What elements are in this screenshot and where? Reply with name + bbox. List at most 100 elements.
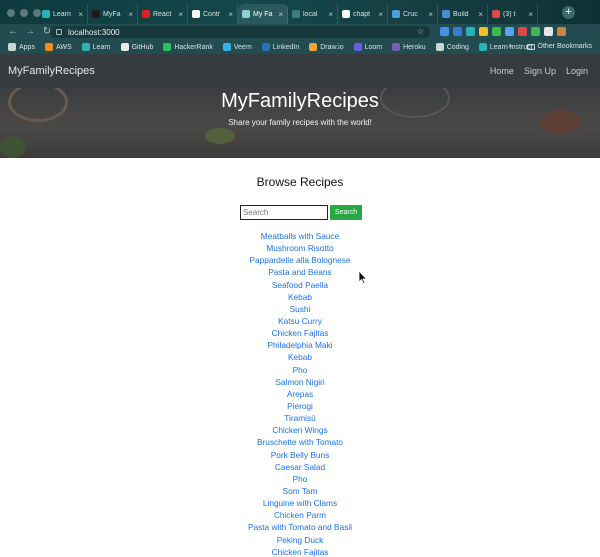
list-item: Katsu Curry [0,315,600,327]
recipe-link[interactable]: Philadelphia Maki [267,340,332,350]
bookmark-item[interactable]: Draw.io [309,43,344,51]
address-bar: ← → ↻ localhost:3000 ☆ [0,24,600,40]
recipe-link[interactable]: Tiramisù [284,413,316,423]
page-info-icon[interactable] [56,29,62,35]
extension-icon[interactable] [557,27,566,36]
bookmark-star-icon[interactable]: ☆ [417,27,424,36]
extension-icon[interactable] [505,27,514,36]
nav-home-link[interactable]: Home [490,66,514,76]
navigation-buttons: ← → ↻ [6,26,54,37]
bookmark-item[interactable]: HackerRank [163,43,213,51]
recipe-link[interactable]: Salmon Nigiri [275,377,324,387]
recipe-link[interactable]: Chicken Fajitas [272,547,329,557]
recipe-link[interactable]: Pasta and Beans [268,267,331,277]
tab-close-icon[interactable]: × [78,10,83,19]
minimize-window-dot[interactable] [20,9,28,17]
recipe-link[interactable]: Bruschette with Tomato [257,437,343,447]
list-item: Pho [0,364,600,376]
site-brand-link[interactable]: MyFamilyRecipes [8,65,95,77]
browser-tab[interactable]: Learn × [38,4,88,24]
recipe-link[interactable]: Katsu Curry [278,316,322,326]
browser-tab[interactable]: React × [138,4,188,24]
list-item: Philadelphia Maki [0,339,600,351]
hero-background-garnish [0,136,26,158]
recipe-link[interactable]: Pho [293,474,308,484]
recipe-link[interactable]: Chicken Fajitas [272,328,329,338]
recipe-link[interactable]: Peking Duck [277,535,324,545]
new-tab-button[interactable]: + [562,6,575,19]
tab-close-icon[interactable]: × [228,10,233,19]
extension-icon[interactable] [479,27,488,36]
extension-icon[interactable] [453,27,462,36]
folder-icon [526,43,535,50]
extension-icon[interactable] [466,27,475,36]
search-form: Search [240,205,362,220]
search-input[interactable] [240,205,328,220]
url-field[interactable]: localhost:3000 ☆ [50,26,430,38]
tab-close-icon[interactable]: × [378,10,383,19]
extension-icon[interactable] [492,27,501,36]
tab-close-icon[interactable]: × [178,10,183,19]
more-bookmarks-button[interactable]: » [508,43,512,50]
tab-close-icon[interactable]: × [428,10,433,19]
browser-tab[interactable]: Cruc × [388,4,438,24]
recipe-link[interactable]: Pho [293,365,308,375]
bookmark-item[interactable]: Apps [8,43,35,51]
recipe-list: Meatballs with Sauce Mushroom Risotto Papp… [0,230,600,557]
recipe-link[interactable]: Pierogi [287,401,313,411]
recipe-link[interactable]: Kebab [288,292,312,302]
tab-close-icon[interactable]: × [128,10,133,19]
browser-tab[interactable]: (3) t × [488,4,538,24]
tab-close-icon[interactable]: × [328,10,333,19]
recipe-link[interactable]: Pork Belly Buns [271,450,330,460]
list-item: Arepas [0,388,600,400]
bookmark-item[interactable]: GitHub [120,43,153,51]
recipe-link[interactable]: Som Tam [283,486,318,496]
tab-close-icon[interactable]: × [528,10,533,19]
back-arrow-icon[interactable]: ← [6,26,20,37]
recipe-link[interactable]: Pasta with Tomato and Basil [248,522,352,532]
recipe-link[interactable]: Seafood Paella [272,280,328,290]
search-button[interactable]: Search [330,205,362,220]
bookmark-item[interactable]: Loom [353,43,382,51]
forward-arrow-icon[interactable]: → [23,26,37,37]
browser-tab[interactable]: chapt × [338,4,388,24]
recipe-link[interactable]: Pappardelle alla Bolognese [249,255,350,265]
tab-close-icon[interactable]: × [478,10,483,19]
bookmark-item[interactable]: LinkedIn [261,43,300,51]
recipe-link[interactable]: Mushroom Risotto [266,243,333,253]
bookmark-label: HackerRank [174,43,213,51]
browser-tab[interactable]: Contr × [188,4,238,24]
browser-tab[interactable]: local × [288,4,338,24]
close-window-dot[interactable] [7,9,15,17]
browser-tab[interactable]: MyFa × [88,4,138,24]
recipe-link[interactable]: Chicken Parm [274,510,326,520]
browser-tab[interactable]: My Fa × [238,4,288,24]
extension-icon[interactable] [440,27,449,36]
browser-tab[interactable]: Build × [438,4,488,24]
bookmark-item[interactable]: Heroku [392,43,426,51]
list-item: Kebab [0,351,600,363]
extension-icon[interactable] [518,27,527,36]
bookmark-item[interactable]: Learn Instruct [478,43,533,51]
other-bookmarks-folder[interactable]: Other Bookmarks [526,43,592,50]
recipe-link[interactable]: Chicken Wings [272,425,327,435]
bookmark-label: LinkedIn [272,43,300,51]
tab-title: My Fa [253,10,273,18]
recipe-link[interactable]: Kebab [288,352,312,362]
recipe-link[interactable]: Caesar Salad [275,462,325,472]
recipe-link[interactable]: Arepas [287,389,313,399]
recipe-link[interactable]: Meatballs with Sauce [261,231,339,241]
extension-icon[interactable] [531,27,540,36]
bookmark-item[interactable]: AWS [44,43,72,51]
tab-close-icon[interactable]: × [278,10,283,19]
bookmark-item[interactable]: Veem [222,43,252,51]
recipe-link[interactable]: Linguine with Clams [263,498,337,508]
bookmark-item[interactable]: Coding [435,43,469,51]
nav-signup-link[interactable]: Sign Up [524,66,556,76]
recipe-link[interactable]: Sushi [290,304,311,314]
nav-login-link[interactable]: Login [566,66,588,76]
tab-favicon-icon [92,10,100,18]
extension-icon[interactable] [544,27,553,36]
bookmark-item[interactable]: Learn [81,43,111,51]
